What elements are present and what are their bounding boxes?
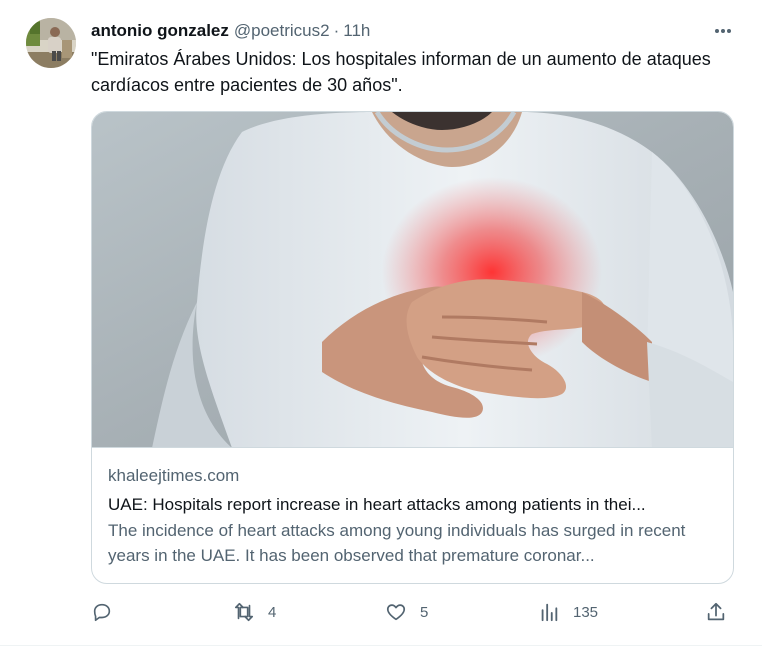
card-body: khaleejtimes.com UAE: Hospitals report i…	[108, 463, 720, 568]
timestamp[interactable]: 11h	[343, 21, 370, 41]
more-options-button[interactable]	[710, 20, 736, 42]
share-button[interactable]	[705, 598, 727, 626]
link-card[interactable]: khaleejtimes.com UAE: Hospitals report i…	[91, 111, 734, 584]
card-domain: khaleejtimes.com	[108, 466, 240, 485]
avatar-photo	[26, 18, 76, 68]
tweet-header: antonio gonzalez @poetricus2 · 11h	[91, 20, 370, 42]
views-button[interactable]: 135	[538, 598, 598, 626]
more-icon	[715, 29, 731, 33]
retweet-count: 4	[268, 603, 277, 621]
retweet-button[interactable]: 4	[233, 598, 276, 626]
action-bar: 4 5 135	[91, 598, 736, 626]
author-handle[interactable]: @poetricus2	[234, 21, 330, 41]
retweet-icon	[233, 601, 255, 623]
views-count: 135	[573, 603, 599, 621]
like-count: 5	[420, 603, 429, 621]
reply-icon	[91, 601, 113, 623]
card-image[interactable]	[92, 112, 733, 448]
views-icon	[538, 601, 560, 623]
card-description: The incidence of heart attacks among you…	[108, 521, 686, 565]
share-icon	[705, 601, 727, 623]
author-name[interactable]: antonio gonzalez	[91, 21, 229, 41]
tweet[interactable]: antonio gonzalez @poetricus2 · 11h "Emir…	[0, 0, 762, 646]
reply-button[interactable]	[91, 598, 126, 626]
heart-icon	[385, 601, 407, 623]
card-title[interactable]: UAE: Hospitals report increase in heart …	[108, 492, 720, 517]
heart-attack-photo	[92, 112, 733, 447]
separator: ·	[333, 21, 340, 40]
avatar[interactable]	[26, 18, 76, 68]
like-button[interactable]: 5	[385, 598, 428, 626]
tweet-text: "Emiratos Árabes Unidos: Los hospitales …	[91, 49, 711, 95]
